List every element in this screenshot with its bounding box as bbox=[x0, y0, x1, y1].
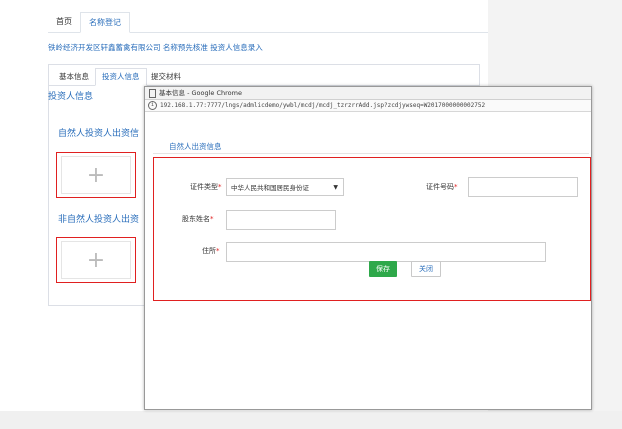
sub-tab-bar: 基本信息 投资人信息 提交材料 bbox=[49, 65, 479, 86]
address-input[interactable] bbox=[226, 242, 546, 262]
left-frame bbox=[0, 0, 38, 429]
popup-window: 基本信息 - Google Chrome i 192.168.1.77:7777/… bbox=[144, 86, 592, 410]
popup-url: 192.168.1.77:7777/lngs/admlicdemo/ywbl/m… bbox=[160, 102, 486, 109]
investor-form: 证件类型* 中华人民共和国居民身份证 ▼ 证件号码* 股东姓名* 住所* bbox=[153, 157, 591, 301]
plus-icon: + bbox=[86, 162, 106, 188]
tab-basic-info[interactable]: 基本信息 bbox=[53, 69, 95, 85]
divider bbox=[153, 153, 589, 154]
id-type-select[interactable]: 中华人民共和国居民身份证 ▼ bbox=[226, 178, 344, 196]
address-label: 住所* bbox=[202, 247, 220, 255]
popup-section-title: 自然人出资信息 bbox=[169, 142, 222, 151]
info-icon: i bbox=[148, 101, 157, 110]
tab-name-registration[interactable]: 名称登记 bbox=[80, 12, 130, 33]
section-title: 投资人信息 bbox=[48, 92, 94, 102]
tab-submit-materials[interactable]: 提交材料 bbox=[145, 69, 187, 85]
close-button[interactable]: 关闭 bbox=[411, 261, 441, 277]
caret-down-icon: ▼ bbox=[333, 184, 338, 191]
tab-investor-info[interactable]: 投资人信息 bbox=[95, 68, 147, 86]
add-non-natural-investor-button[interactable]: + bbox=[56, 237, 136, 283]
shareholder-name-input[interactable] bbox=[226, 210, 336, 230]
id-number-label: 证件号码* bbox=[426, 183, 458, 191]
id-type-label: 证件类型* bbox=[190, 183, 222, 191]
add-natural-investor-button[interactable]: + bbox=[56, 152, 136, 198]
shareholder-name-label: 股东姓名* bbox=[182, 215, 214, 223]
top-tab-bar: 首页 名称登记 bbox=[48, 12, 488, 33]
bottom-frame bbox=[0, 411, 622, 429]
non-natural-investor-label: 非自然人投资人出资 bbox=[58, 215, 140, 225]
plus-icon: + bbox=[86, 247, 106, 273]
natural-investor-label: 自然人投资人出资信 bbox=[58, 129, 140, 139]
tab-home[interactable]: 首页 bbox=[48, 12, 80, 31]
popup-title: 基本信息 - Google Chrome bbox=[159, 89, 242, 97]
popup-address-bar[interactable]: i 192.168.1.77:7777/lngs/admlicdemo/ywbl/… bbox=[145, 100, 591, 112]
breadcrumb: 铁岭经济开发区轩鑫蓄禽有限公司 名称预先核准 投资人信息录入 bbox=[48, 43, 263, 52]
popup-titlebar[interactable]: 基本信息 - Google Chrome bbox=[145, 87, 591, 100]
save-button[interactable]: 保存 bbox=[369, 261, 397, 277]
page-icon bbox=[149, 88, 156, 98]
id-number-input[interactable] bbox=[468, 177, 578, 197]
